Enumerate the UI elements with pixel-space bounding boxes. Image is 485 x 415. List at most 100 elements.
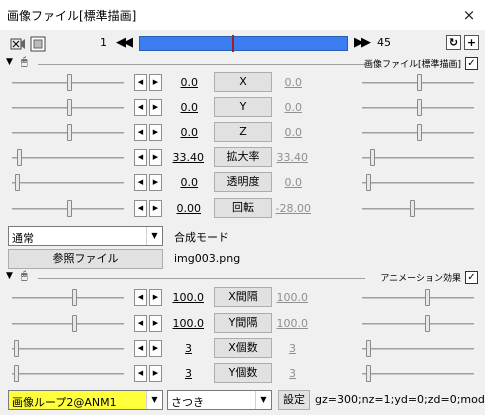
- file-name: img003.png: [174, 252, 241, 265]
- decrement-button[interactable]: ◀: [134, 149, 147, 166]
- decrement-button[interactable]: ◀: [134, 315, 147, 332]
- section-divider: [38, 278, 365, 279]
- blend-mode-select[interactable]: 通常 ▼: [8, 226, 163, 246]
- start-value[interactable]: 0.0: [158, 101, 199, 114]
- param-button-rotation[interactable]: 回転: [214, 198, 272, 218]
- decrement-button[interactable]: ◀: [134, 174, 147, 191]
- slider-thumb-right[interactable]: [410, 200, 415, 217]
- slider-track-left[interactable]: [12, 157, 124, 159]
- param-button-x-spacing[interactable]: X間隔: [214, 287, 272, 307]
- slider-track-right[interactable]: [362, 208, 474, 210]
- effect-select[interactable]: 画像ループ2@ANM1 ▼: [8, 390, 163, 410]
- start-frame: 1: [100, 36, 107, 49]
- param-button-y-spacing[interactable]: Y間隔: [214, 313, 272, 333]
- window-title: 画像ファイル[標準描画]: [7, 9, 137, 23]
- start-value[interactable]: 0.0: [158, 76, 199, 89]
- end-value[interactable]: 100.0: [268, 291, 309, 304]
- slider-thumb-right[interactable]: [425, 289, 430, 306]
- chevron-down-icon[interactable]: ▼: [146, 227, 162, 245]
- frame-icon[interactable]: [30, 36, 46, 52]
- collapse-icon[interactable]: ▼: [6, 271, 13, 281]
- slider-thumb-left[interactable]: [72, 315, 77, 332]
- increment-button[interactable]: ▶: [149, 149, 162, 166]
- param-row-opacity: ◀ ▶ 0.0 透明度 0.0: [0, 171, 485, 195]
- start-value[interactable]: 0.00: [161, 202, 202, 215]
- slider-track-left[interactable]: [12, 348, 124, 350]
- start-value[interactable]: 0.0: [158, 126, 199, 139]
- end-value[interactable]: 0.0: [262, 76, 303, 89]
- slider-track-right[interactable]: [362, 157, 474, 159]
- preset-select[interactable]: さつき ▼: [167, 390, 272, 410]
- decrement-button[interactable]: ◀: [134, 340, 147, 357]
- end-value[interactable]: 33.40: [268, 151, 309, 164]
- end-value[interactable]: -28.00: [271, 202, 311, 215]
- slider-thumb-left[interactable]: [15, 174, 20, 191]
- slider-track-left[interactable]: [12, 323, 124, 325]
- browse-file-button[interactable]: 参照ファイル: [8, 249, 163, 269]
- chevron-down-icon[interactable]: ▼: [255, 391, 271, 409]
- slider-thumb-right[interactable]: [366, 340, 371, 357]
- slider-thumb-left[interactable]: [17, 149, 22, 166]
- slider-thumb-left[interactable]: [67, 124, 72, 141]
- slider-thumb-left[interactable]: [14, 340, 19, 357]
- end-value[interactable]: 0.0: [262, 101, 303, 114]
- start-value[interactable]: 100.0: [164, 317, 205, 330]
- param-row-x-spacing: ◀ ▶ 100.0 X間隔 100.0: [0, 286, 485, 310]
- decrement-button[interactable]: ◀: [134, 200, 147, 217]
- end-value[interactable]: 3: [256, 367, 296, 380]
- slider-track-right[interactable]: [362, 323, 474, 325]
- decrement-button[interactable]: ◀: [134, 365, 147, 382]
- slider-track-left[interactable]: [12, 297, 124, 299]
- decrement-button[interactable]: ◀: [134, 124, 147, 141]
- end-value[interactable]: 100.0: [268, 317, 309, 330]
- decrement-button[interactable]: ◀: [134, 289, 147, 306]
- timeline-bar[interactable]: [139, 35, 348, 52]
- section-title: 画像ファイル[標準描画]: [363, 60, 461, 70]
- slider-thumb-right[interactable]: [425, 315, 430, 332]
- section-title: アニメーション効果: [380, 274, 461, 284]
- decrement-button[interactable]: ◀: [134, 74, 147, 91]
- slider-track-right[interactable]: [362, 182, 474, 184]
- slider-thumb-right[interactable]: [417, 74, 422, 91]
- refresh-button[interactable]: ↻: [446, 35, 461, 50]
- start-value[interactable]: 0.0: [158, 176, 199, 189]
- section-enable-checkbox[interactable]: ✓: [465, 57, 478, 70]
- next-frame-button[interactable]: ▶▶: [354, 35, 371, 50]
- collapse-icon[interactable]: ▼: [6, 57, 13, 67]
- slider-track-left[interactable]: [12, 182, 124, 184]
- decrement-button[interactable]: ◀: [134, 99, 147, 116]
- slider-track-right[interactable]: [362, 373, 474, 375]
- prev-frame-button[interactable]: ◀◀: [116, 35, 133, 50]
- playhead-marker[interactable]: [232, 35, 234, 52]
- slider-thumb-right[interactable]: [417, 99, 422, 116]
- slider-thumb-right[interactable]: [366, 365, 371, 382]
- slider-track-right[interactable]: [362, 348, 474, 350]
- slider-thumb-left[interactable]: [67, 200, 72, 217]
- start-value[interactable]: 3: [152, 342, 192, 355]
- slider-thumb-left[interactable]: [72, 289, 77, 306]
- start-value[interactable]: 3: [152, 367, 192, 380]
- slider-thumb-left[interactable]: [14, 365, 19, 382]
- end-value[interactable]: 0.0: [262, 176, 303, 189]
- end-value[interactable]: 3: [256, 342, 296, 355]
- start-value[interactable]: 100.0: [164, 291, 205, 304]
- end-value[interactable]: 0.0: [262, 126, 303, 139]
- slider-thumb-left[interactable]: [67, 99, 72, 116]
- start-value[interactable]: 33.40: [164, 151, 205, 164]
- slider-thumb-right[interactable]: [370, 149, 375, 166]
- add-filter-button[interactable]: +: [464, 35, 479, 50]
- settings-button[interactable]: 設定: [278, 390, 310, 410]
- slider-thumb-right[interactable]: [417, 124, 422, 141]
- slider-thumb-left[interactable]: [67, 74, 72, 91]
- chevron-down-icon[interactable]: ▼: [146, 391, 162, 409]
- increment-button[interactable]: ▶: [149, 315, 162, 332]
- slider-track-right[interactable]: [362, 297, 474, 299]
- slider-track-left[interactable]: [12, 373, 124, 375]
- camera-icon[interactable]: [10, 36, 26, 52]
- slider-thumb-right[interactable]: [366, 174, 371, 191]
- close-button[interactable]: ×: [458, 5, 480, 25]
- blend-mode-value: 通常: [12, 232, 34, 245]
- increment-button[interactable]: ▶: [149, 289, 162, 306]
- param-button-scale[interactable]: 拡大率: [214, 147, 272, 167]
- section-enable-checkbox[interactable]: ✓: [465, 271, 478, 284]
